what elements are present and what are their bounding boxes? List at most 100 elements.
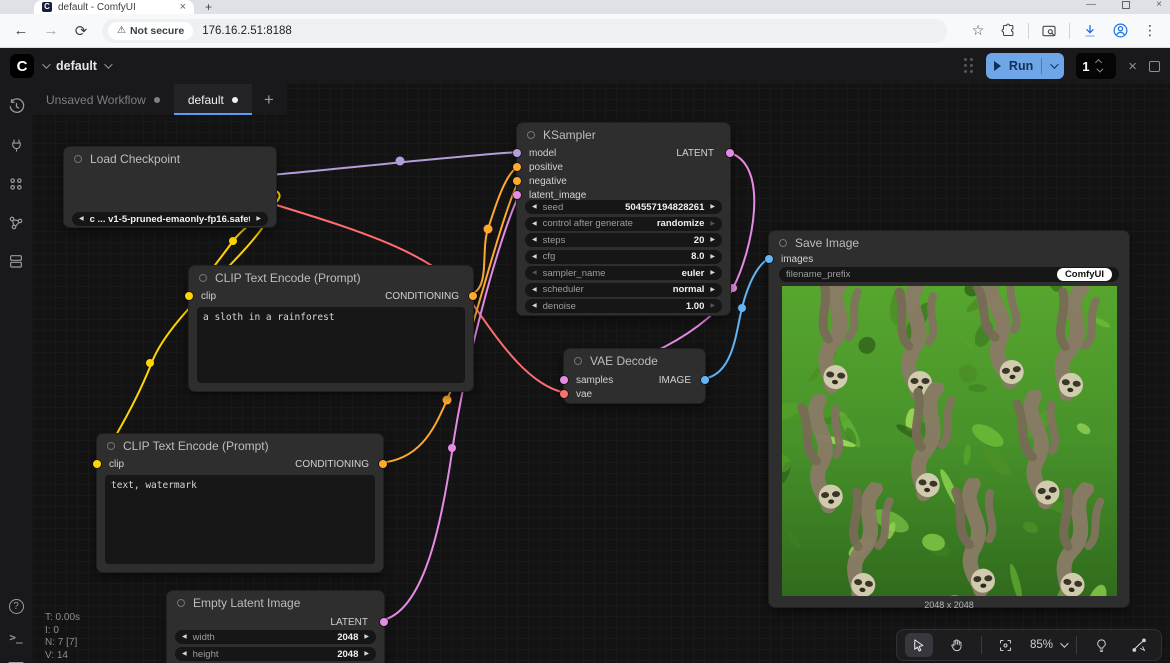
input-port-latent-image[interactable] bbox=[513, 191, 521, 199]
decrement-icon[interactable]: ◀ bbox=[532, 287, 537, 293]
reading-mode-button[interactable] bbox=[1035, 18, 1063, 44]
browser-menu-button[interactable]: ⋮ bbox=[1136, 18, 1164, 44]
sidebar-shortcuts-button[interactable] bbox=[0, 653, 32, 663]
widget-denoise[interactable]: ◀ denoise 1.00 ▶ bbox=[525, 299, 722, 313]
widget-scheduler[interactable]: ◀ scheduler normal ▶ bbox=[525, 283, 722, 297]
collapse-dot-icon[interactable] bbox=[574, 357, 582, 365]
chevron-down-icon[interactable] bbox=[42, 60, 50, 68]
input-port-vae[interactable] bbox=[560, 390, 568, 398]
batch-count-stepper[interactable]: 1 bbox=[1076, 53, 1116, 79]
increment-icon[interactable]: ▶ bbox=[710, 254, 715, 260]
increment-icon[interactable]: ▶ bbox=[256, 216, 261, 222]
increment-icon[interactable]: ▶ bbox=[710, 237, 715, 243]
increment-icon[interactable]: ▶ bbox=[364, 634, 369, 640]
node-save-image[interactable]: Save Image images filename_prefix ComfyU… bbox=[768, 230, 1130, 608]
sidebar-workflows-button[interactable] bbox=[0, 247, 32, 275]
prompt-textarea[interactable]: a sloth in a rainforest bbox=[197, 307, 465, 383]
input-port-clip[interactable] bbox=[185, 292, 193, 300]
input-port-model[interactable] bbox=[513, 149, 521, 157]
output-port-latent[interactable] bbox=[726, 149, 734, 157]
collapse-dot-icon[interactable] bbox=[199, 274, 207, 282]
run-button[interactable]: Run bbox=[986, 53, 1064, 79]
window-close-button[interactable]: × bbox=[1156, 0, 1162, 10]
reload-button[interactable]: ⟳ bbox=[66, 22, 96, 40]
decrement-icon[interactable]: ◀ bbox=[182, 634, 187, 640]
select-tool-button[interactable] bbox=[905, 633, 933, 657]
toggle-link-visibility-button[interactable] bbox=[1125, 633, 1153, 657]
sidebar-queue-history-button[interactable] bbox=[0, 92, 32, 120]
prompt-textarea[interactable]: text, watermark bbox=[105, 475, 375, 564]
decrement-icon[interactable]: ◀ bbox=[79, 216, 84, 222]
chevron-down-icon[interactable] bbox=[1050, 60, 1058, 68]
increment-icon[interactable]: ▶ bbox=[710, 287, 715, 293]
forward-button[interactable]: → bbox=[36, 22, 66, 39]
increment-icon[interactable]: ▶ bbox=[710, 270, 715, 276]
security-chip[interactable]: ⚠ Not secure bbox=[108, 22, 193, 40]
decrement-icon[interactable]: ◀ bbox=[182, 651, 187, 657]
cancel-run-button[interactable]: × bbox=[1128, 58, 1137, 75]
generated-image-preview[interactable] bbox=[782, 286, 1117, 596]
downloads-button[interactable] bbox=[1076, 18, 1104, 44]
tab-close-icon[interactable]: × bbox=[180, 1, 186, 13]
drag-handle-icon[interactable] bbox=[964, 58, 974, 74]
decrement-icon[interactable]: ◀ bbox=[532, 254, 537, 260]
widget-height[interactable]: ◀ height 2048 ▶ bbox=[175, 647, 376, 661]
decrement-icon[interactable]: ◀ bbox=[532, 221, 537, 227]
bookmark-star-button[interactable]: ☆ bbox=[964, 18, 992, 44]
widget-control-after-generate[interactable]: ◀ control after generate randomize ▶ bbox=[525, 217, 722, 231]
profile-button[interactable] bbox=[1106, 18, 1134, 44]
sidebar-help-button[interactable]: ? bbox=[0, 592, 32, 620]
workflow-tab-default[interactable]: default bbox=[174, 84, 252, 115]
increment-icon[interactable]: ▶ bbox=[710, 204, 715, 210]
input-port-samples[interactable] bbox=[560, 376, 568, 384]
collapse-dot-icon[interactable] bbox=[74, 155, 82, 163]
stop-button[interactable] bbox=[1149, 61, 1160, 72]
node-empty-latent-image[interactable]: Empty Latent Image LATENT ◀ width 2048 ▶… bbox=[166, 590, 385, 663]
node-load-checkpoint[interactable]: Load Checkpoint MODEL CLIP VAE ◀ c ... v… bbox=[63, 146, 277, 228]
extensions-button[interactable] bbox=[994, 18, 1022, 44]
input-port-clip[interactable] bbox=[93, 460, 101, 468]
sidebar-terminal-button[interactable]: >_ bbox=[0, 623, 32, 651]
new-tab-button[interactable]: + bbox=[205, 0, 212, 14]
input-port-negative[interactable] bbox=[513, 177, 521, 185]
back-button[interactable]: ← bbox=[6, 22, 36, 39]
decrement-icon[interactable]: ◀ bbox=[532, 204, 537, 210]
increment-icon[interactable]: ▶ bbox=[710, 303, 715, 309]
sidebar-node-templates-button[interactable] bbox=[0, 131, 32, 159]
chevron-up-icon[interactable] bbox=[1095, 58, 1102, 65]
collapse-dot-icon[interactable] bbox=[527, 131, 535, 139]
input-port-positive[interactable] bbox=[513, 163, 521, 171]
workflow-menu[interactable]: default bbox=[56, 59, 110, 73]
sidebar-node-library-button[interactable] bbox=[0, 170, 32, 198]
widget-seed[interactable]: ◀ seed 504557194828261 ▶ bbox=[525, 200, 722, 214]
fit-view-button[interactable] bbox=[992, 633, 1020, 657]
collapse-dot-icon[interactable] bbox=[779, 239, 787, 247]
widget-filename-prefix[interactable]: filename_prefix ComfyUI bbox=[779, 267, 1119, 282]
output-port-latent[interactable] bbox=[380, 618, 388, 626]
zoom-level-control[interactable]: 85% bbox=[1030, 639, 1066, 651]
increment-icon[interactable]: ▶ bbox=[710, 221, 715, 227]
comfyui-logo[interactable]: C bbox=[10, 54, 34, 78]
decrement-icon[interactable]: ◀ bbox=[532, 303, 537, 309]
widget-steps[interactable]: ◀ steps 20 ▶ bbox=[525, 233, 722, 247]
pan-tool-button[interactable] bbox=[943, 633, 971, 657]
new-workflow-button[interactable]: + bbox=[252, 84, 286, 115]
toggle-theme-button[interactable] bbox=[1087, 633, 1115, 657]
widget-cfg[interactable]: ◀ cfg 8.0 ▶ bbox=[525, 250, 722, 264]
node-clip-text-encode-negative[interactable]: CLIP Text Encode (Prompt) clip CONDITION… bbox=[96, 433, 384, 573]
output-port-conditioning[interactable] bbox=[469, 292, 477, 300]
widget-sampler-name[interactable]: ◀ sampler_name euler ▶ bbox=[525, 266, 722, 280]
node-vae-decode[interactable]: VAE Decode samples vae IMAGE bbox=[563, 348, 706, 404]
workflow-tab-unsaved[interactable]: Unsaved Workflow bbox=[32, 84, 174, 115]
node-header[interactable]: Load Checkpoint bbox=[64, 147, 276, 171]
sidebar-model-library-button[interactable] bbox=[0, 209, 32, 237]
window-minimize-button[interactable]: — bbox=[1086, 0, 1096, 10]
browser-tab[interactable]: C default - ComfyUI × bbox=[34, 0, 194, 14]
widget-ckpt-name[interactable]: ◀ c ... v1-5-pruned-emaonly-fp16.safeten… bbox=[72, 212, 268, 226]
output-port-image[interactable] bbox=[701, 376, 709, 384]
increment-icon[interactable]: ▶ bbox=[364, 651, 369, 657]
node-clip-text-encode-positive[interactable]: CLIP Text Encode (Prompt) clip CONDITION… bbox=[188, 265, 474, 392]
window-maximize-button[interactable] bbox=[1122, 1, 1130, 9]
decrement-icon[interactable]: ◀ bbox=[532, 237, 537, 243]
decrement-icon[interactable]: ◀ bbox=[532, 270, 537, 276]
